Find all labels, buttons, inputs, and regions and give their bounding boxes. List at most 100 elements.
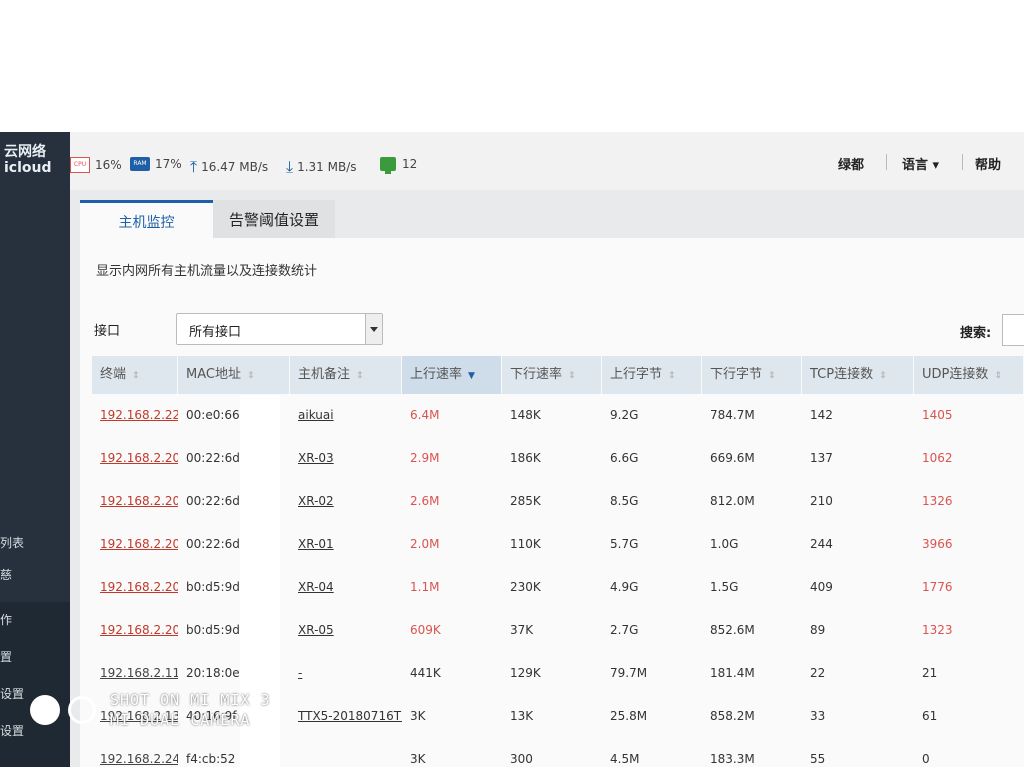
th-terminal[interactable]: 终端 ⇕ bbox=[92, 356, 178, 394]
table-cell: 285K bbox=[502, 480, 602, 523]
nav-help[interactable]: 帮助 bbox=[975, 154, 1001, 173]
search-input[interactable] bbox=[1002, 314, 1024, 346]
cell-upb: 4.5M bbox=[610, 752, 640, 766]
table-cell: 4.9G bbox=[602, 566, 702, 609]
table-row: 192.168.2.20200:22:6d:4XR-022.6M285K8.5G… bbox=[92, 480, 1024, 523]
cell-downb: 181.4M bbox=[710, 666, 755, 680]
cell-tcp: 137 bbox=[810, 451, 833, 465]
table-cell: 137 bbox=[802, 437, 914, 480]
panel-description: 显示内网所有主机流量以及连接数统计 bbox=[96, 264, 318, 279]
table-cell: 5.7G bbox=[602, 523, 702, 566]
cell-udp: 1326 bbox=[922, 494, 953, 508]
watermark-dot-icon bbox=[30, 695, 60, 725]
sidebar-item-list[interactable]: 列表 bbox=[0, 534, 24, 551]
host-ip-link[interactable]: 192.168.2.204 bbox=[100, 580, 178, 594]
sidebar-item-4[interactable]: 置 bbox=[0, 648, 12, 665]
host-ip-link[interactable]: 192.168.2.222 bbox=[100, 408, 178, 422]
host-ip-link[interactable]: 192.168.2.201 bbox=[100, 537, 178, 551]
upload-arrow-icon: ⤒ bbox=[190, 157, 198, 176]
sort-icon[interactable]: ⇕ bbox=[668, 357, 676, 395]
host-ip-link[interactable]: 192.168.2.202 bbox=[100, 494, 178, 508]
sort-icon[interactable]: ⇕ bbox=[994, 357, 1002, 395]
host-note-link[interactable]: aikuai bbox=[298, 408, 334, 422]
cell-udp: 1405 bbox=[922, 408, 953, 422]
nav-user[interactable]: 绿都 bbox=[838, 154, 864, 173]
cell-udp: 3966 bbox=[922, 537, 953, 551]
cell-downb: 183.3M bbox=[710, 752, 755, 766]
table-cell: 183.3M bbox=[702, 738, 802, 781]
sidebar-item-2[interactable]: 慈 bbox=[0, 566, 12, 583]
interface-select[interactable]: 所有接口 bbox=[176, 313, 383, 345]
column-header-label: 下行字节 bbox=[710, 367, 763, 382]
th-up-bytes[interactable]: 上行字节 ⇕ bbox=[602, 356, 702, 394]
table-cell: 3K bbox=[402, 738, 502, 781]
sort-icon[interactable]: ⇕ bbox=[768, 357, 776, 395]
tab-host-monitor[interactable]: 主机监控 bbox=[80, 200, 213, 241]
table-cell: 2.7G bbox=[602, 609, 702, 652]
sort-icon[interactable]: ⇕ bbox=[356, 357, 364, 395]
table-cell: 25.8M bbox=[602, 695, 702, 738]
host-ip-link[interactable]: 192.168.2.118 bbox=[100, 666, 178, 680]
cell-upb: 6.6G bbox=[610, 451, 639, 465]
chevron-down-icon[interactable] bbox=[365, 314, 382, 344]
th-down-bytes[interactable]: 下行字节 ⇕ bbox=[702, 356, 802, 394]
cell-downb: 1.5G bbox=[710, 580, 739, 594]
host-ip-link[interactable]: 192.168.2.205 bbox=[100, 623, 178, 637]
sort-icon[interactable]: ⇕ bbox=[879, 357, 887, 395]
host-note-link[interactable]: TTX5-20180716TP bbox=[298, 709, 402, 723]
cell-up: 2.0M bbox=[410, 537, 440, 551]
nav-language[interactable]: 语言 ▾ bbox=[902, 154, 939, 173]
sidebar: 云网络 icloud 列表 慈 作 置 设置 设置 bbox=[0, 132, 70, 767]
host-ip-link[interactable]: 192.168.2.244 bbox=[100, 752, 178, 766]
cell-tcp: 89 bbox=[810, 623, 826, 637]
interface-select-value: 所有接口 bbox=[189, 325, 242, 340]
host-note-link[interactable]: XR-02 bbox=[298, 494, 334, 508]
tab-alert-threshold[interactable]: 告警阈值设置 bbox=[213, 200, 335, 238]
th-down-rate[interactable]: 下行速率 ⇕ bbox=[502, 356, 602, 394]
ram-value: 17% bbox=[155, 157, 182, 171]
th-udp[interactable]: UDP连接数 ⇕ bbox=[914, 356, 1024, 394]
column-header-label: 终端 bbox=[100, 367, 127, 382]
column-header-label: 上行字节 bbox=[610, 367, 663, 382]
logo-line1: 云网络 bbox=[4, 144, 46, 160]
host-note-link[interactable]: XR-03 bbox=[298, 451, 334, 465]
host-note-link[interactable]: - bbox=[298, 666, 302, 680]
table-cell: 1405 bbox=[914, 394, 1024, 437]
cell-up: 2.9M bbox=[410, 451, 440, 465]
table-cell: 3K bbox=[402, 695, 502, 738]
logo-line2: icloud bbox=[4, 160, 52, 176]
cell-mac: b0:d5:9d: bbox=[186, 580, 244, 594]
sidebar-item-6[interactable]: 设置 bbox=[0, 722, 24, 739]
cell-downb: 812.0M bbox=[710, 494, 755, 508]
table-cell: 192.168.2.118 bbox=[92, 652, 178, 695]
cell-udp: 1062 bbox=[922, 451, 953, 465]
th-note[interactable]: 主机备注 ⇕ bbox=[290, 356, 402, 394]
table-cell: 210 bbox=[802, 480, 914, 523]
th-mac[interactable]: MAC地址 ⇕ bbox=[178, 356, 290, 394]
host-ip-link[interactable]: 192.168.2.203 bbox=[100, 451, 178, 465]
host-note-link[interactable]: XR-05 bbox=[298, 623, 334, 637]
table-cell: XR-04 bbox=[290, 566, 402, 609]
cell-down: 230K bbox=[510, 580, 541, 594]
th-tcp[interactable]: TCP连接数 ⇕ bbox=[802, 356, 914, 394]
sort-icon[interactable]: ⇕ bbox=[132, 357, 140, 395]
camera-watermark: SHOT ON MI MIX 3 MI DUAL CAMERA bbox=[30, 690, 271, 730]
cell-up: 3K bbox=[410, 752, 426, 766]
nav-separator bbox=[962, 154, 963, 170]
sidebar-item-3[interactable]: 作 bbox=[0, 611, 12, 628]
host-note-link[interactable]: XR-04 bbox=[298, 580, 334, 594]
sidebar-item-5[interactable]: 设置 bbox=[0, 685, 24, 702]
table-cell: XR-05 bbox=[290, 609, 402, 652]
sort-icon[interactable]: ⇕ bbox=[247, 357, 255, 395]
top-status-bar: CPU 16% RAM 17% ⤒ 16.47 MB/s ⤓ 1.31 MB/s… bbox=[70, 132, 1024, 191]
host-note-link[interactable]: XR-01 bbox=[298, 537, 334, 551]
table-cell: 33 bbox=[802, 695, 914, 738]
cell-down: 129K bbox=[510, 666, 541, 680]
column-header-label: MAC地址 bbox=[186, 367, 241, 382]
table-row: 192.168.2.204 b0:d5:9d: XR-04 1.1M 230K 4.9G 1… bbox=[92, 566, 1024, 609]
sort-icon[interactable]: ⇕ bbox=[568, 357, 576, 395]
cell-up: 6.4M bbox=[410, 408, 440, 422]
sort-desc-icon[interactable]: ▼ bbox=[468, 357, 475, 395]
th-up-rate[interactable]: 上行速率 ▼ bbox=[402, 356, 502, 394]
table-cell: 1.1M bbox=[402, 566, 502, 609]
